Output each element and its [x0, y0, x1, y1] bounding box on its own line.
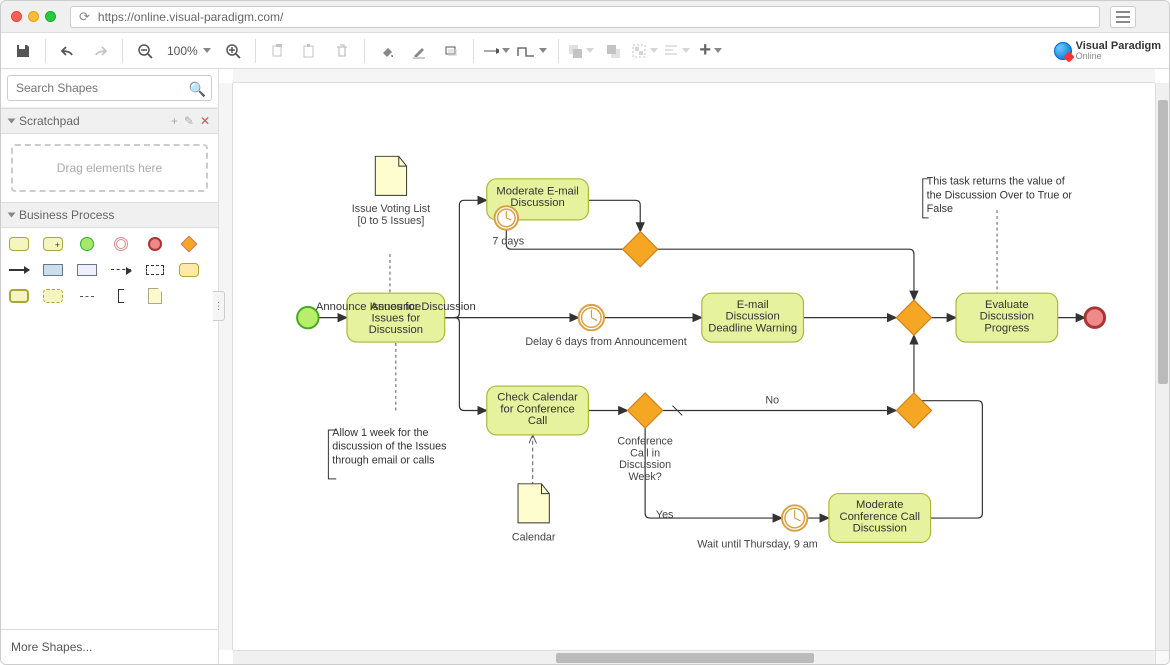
sidebar-collapse-button[interactable]: ⋮ — [213, 291, 225, 321]
svg-text:EvaluateDiscussionProgress: EvaluateDiscussionProgress — [980, 299, 1034, 334]
outline-toggle[interactable] — [1155, 650, 1169, 664]
waypoint-style-button[interactable] — [514, 37, 550, 65]
annotation-returns[interactable]: This task returns the value of the Discu… — [927, 176, 1074, 216]
data-calendar[interactable] — [518, 484, 549, 523]
canvas-area: Announce Issues for Discussion AnnounceI… — [219, 69, 1169, 664]
logo-icon — [1054, 42, 1072, 60]
gateway-merge-top[interactable] — [623, 232, 658, 267]
connection-start-button[interactable] — [482, 37, 510, 65]
delete-button[interactable] — [328, 37, 356, 65]
ruler-horizontal — [233, 69, 1155, 83]
svg-text:No: No — [765, 395, 779, 407]
redo-button[interactable] — [86, 37, 114, 65]
svg-text:Calendar: Calendar — [512, 532, 556, 544]
stroke-color-button[interactable] — [405, 37, 433, 65]
shape-pool[interactable] — [43, 262, 63, 278]
shape-gateway[interactable] — [179, 236, 199, 252]
shape-call-activity[interactable] — [9, 288, 29, 304]
shape-end-event[interactable] — [145, 236, 165, 252]
gateway-merge-main[interactable] — [896, 300, 931, 335]
shape-subprocess[interactable] — [43, 236, 63, 252]
shadow-button[interactable] — [437, 37, 465, 65]
brand-logo: Visual ParadigmOnline — [1054, 41, 1161, 61]
gateway-conf-week[interactable] — [628, 393, 663, 428]
url-bar[interactable]: ⟳ https://online.visual-paradigm.com/ — [70, 6, 1100, 28]
window-controls — [11, 11, 56, 22]
diagram-canvas[interactable]: Announce Issues for Discussion AnnounceI… — [233, 83, 1155, 650]
url-text: https://online.visual-paradigm.com/ — [98, 10, 283, 24]
save-button[interactable] — [9, 37, 37, 65]
scrollbar-horizontal[interactable] — [233, 650, 1155, 664]
more-shapes-button[interactable]: More Shapes... — [1, 629, 218, 664]
end-event[interactable] — [1085, 308, 1105, 328]
data-issue-list[interactable] — [375, 156, 406, 195]
zoom-out-button[interactable] — [131, 37, 159, 65]
undo-button[interactable] — [54, 37, 82, 65]
svg-text:Delay 6 days from Announcement: Delay 6 days from Announcement — [525, 336, 686, 348]
group-button[interactable] — [631, 37, 659, 65]
scratchpad-close-icon[interactable]: ✕ — [200, 114, 210, 128]
scratchpad-header[interactable]: Scratchpad +✎✕ — [1, 108, 218, 134]
svg-text:Wait until Thursday, 9 am: Wait until Thursday, 9 am — [697, 538, 818, 550]
sidebar: 🔍 Scratchpad +✎✕ Drag elements here Busi… — [1, 69, 219, 664]
ruler-vertical — [219, 83, 233, 650]
shape-message-flow[interactable] — [111, 262, 131, 278]
zoom-level-dropdown[interactable]: 100% — [163, 44, 215, 58]
shape-intermediate-event[interactable] — [111, 236, 131, 252]
shape-task[interactable] — [9, 236, 29, 252]
toolbar: 100% + Visual ParadigmOnline — [1, 33, 1169, 69]
business-process-header[interactable]: Business Process — [1, 202, 218, 228]
fill-color-button[interactable] — [373, 37, 401, 65]
search-shapes: 🔍 — [1, 69, 218, 108]
scratchpad-edit-icon[interactable]: ✎ — [184, 114, 194, 128]
svg-text:Issue Voting List[0 to 5 Issue: Issue Voting List[0 to 5 Issues] — [352, 203, 430, 227]
shape-group[interactable] — [145, 262, 165, 278]
scratchpad-add-icon[interactable]: + — [171, 114, 178, 128]
shape-event-sub[interactable] — [43, 288, 63, 304]
to-front-button[interactable] — [567, 37, 595, 65]
shape-annotation[interactable] — [111, 288, 131, 304]
annotation-allow-week[interactable]: Allow 1 week for the discussion of the I… — [332, 427, 459, 467]
reload-icon[interactable]: ⟳ — [79, 9, 90, 25]
zoom-value: 100% — [167, 44, 198, 58]
minimize-window-button[interactable] — [28, 11, 39, 22]
close-window-button[interactable] — [11, 11, 22, 22]
to-back-button[interactable] — [599, 37, 627, 65]
maximize-window-button[interactable] — [45, 11, 56, 22]
zoom-in-button[interactable] — [219, 37, 247, 65]
shape-start-event[interactable] — [77, 236, 97, 252]
svg-text:ConferenceCall inDiscussionWee: ConferenceCall inDiscussionWeek? — [617, 436, 673, 483]
hamburger-menu-button[interactable] — [1110, 6, 1136, 28]
svg-text:Yes: Yes — [656, 509, 674, 521]
add-button[interactable]: + — [695, 37, 727, 65]
search-shapes-input[interactable] — [7, 75, 212, 101]
shape-palette — [1, 228, 218, 312]
shape-data-object[interactable] — [145, 288, 165, 304]
paste-button[interactable] — [296, 37, 324, 65]
gateway-merge-bottom[interactable] — [896, 393, 931, 428]
titlebar: ⟳ https://online.visual-paradigm.com/ — [1, 1, 1169, 33]
scratchpad-dropzone[interactable]: Drag elements here — [11, 144, 208, 192]
search-icon[interactable]: 🔍 — [189, 81, 206, 98]
app-window: ⟳ https://online.visual-paradigm.com/ 10… — [0, 0, 1170, 665]
svg-text:7 days: 7 days — [492, 235, 524, 247]
shape-connector[interactable] — [77, 288, 97, 304]
shape-lane[interactable] — [77, 262, 97, 278]
shape-sequence-flow[interactable] — [9, 262, 29, 278]
svg-text:AnnounceIssues forDiscussion: AnnounceIssues forDiscussion — [369, 301, 423, 336]
scrollbar-vertical[interactable] — [1155, 83, 1169, 650]
shape-data-store[interactable] — [179, 262, 199, 278]
copy-button[interactable] — [264, 37, 292, 65]
align-button[interactable] — [663, 37, 691, 65]
